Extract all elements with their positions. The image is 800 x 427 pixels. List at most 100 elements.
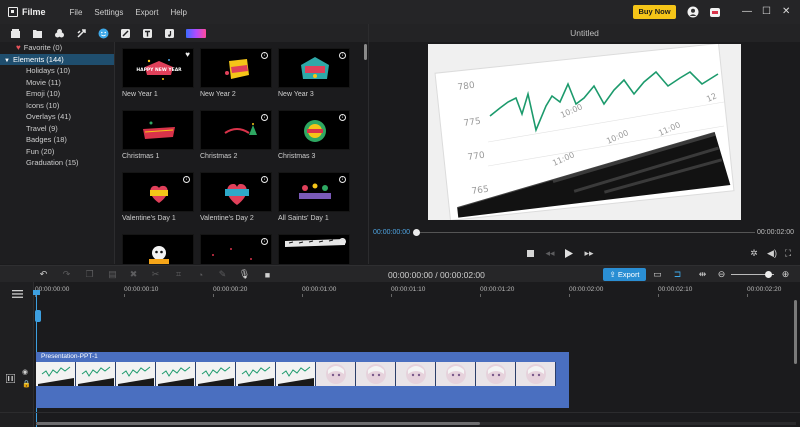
favorite-heart-icon[interactable]: ♥ (185, 50, 190, 59)
minimize-button[interactable]: — (742, 6, 752, 18)
track-visibility-eye-icon[interactable]: ◉ (22, 368, 28, 376)
maximize-button[interactable]: ☐ (762, 6, 771, 18)
filters-icon[interactable] (120, 28, 131, 39)
element-thumbnail[interactable]: ↓ (278, 234, 350, 264)
scrollbar-thumb[interactable] (364, 44, 367, 60)
tree-item-icons[interactable]: Icons (10) (0, 100, 114, 112)
element-item[interactable]: ↓ All Saints' Day 1 (278, 172, 350, 222)
track-lock-icon[interactable]: 🔒 (22, 380, 31, 388)
video-clip[interactable]: Presentation-PPT-1 (36, 352, 569, 408)
download-icon[interactable]: ↓ (183, 176, 190, 183)
gift-icon[interactable] (708, 5, 722, 19)
subtitle-icon[interactable]: ▭ (652, 269, 663, 280)
settings-gear-icon[interactable]: ✲ (749, 248, 759, 258)
snap-icon[interactable]: ⊐ (672, 269, 683, 280)
stop-icon[interactable] (525, 248, 535, 258)
tree-item-graduation[interactable]: Graduation (15) (0, 157, 114, 169)
next-frame-icon[interactable]: ▸▸ (584, 248, 594, 258)
tree-item-emoji[interactable]: Emoji (10) (0, 88, 114, 100)
undo-icon[interactable]: ↶ (38, 269, 49, 280)
element-item[interactable] (122, 234, 194, 264)
play-icon[interactable] (564, 248, 574, 258)
element-thumbnail[interactable]: ↓ (200, 172, 272, 212)
element-thumbnail[interactable]: ↓ (200, 48, 272, 88)
element-item[interactable]: ↓ New Year 2 (200, 48, 272, 98)
scrub-handle[interactable] (413, 229, 420, 236)
effects-icon[interactable] (54, 28, 65, 39)
element-item[interactable]: Christmas 1 (122, 110, 194, 160)
element-thumbnail[interactable] (122, 110, 194, 150)
timeline-vertical-scrollbar[interactable] (794, 300, 797, 364)
element-thumbnail[interactable]: ↓ (200, 110, 272, 150)
element-thumbnail[interactable]: ↓ (278, 110, 350, 150)
element-thumbnail[interactable]: ↓ (200, 234, 272, 264)
scrub-track[interactable] (415, 232, 755, 233)
element-item[interactable]: ↓ (278, 234, 350, 264)
tree-item-overlays[interactable]: Overlays (41) (0, 111, 114, 123)
camera-record-icon[interactable]: ■ (262, 269, 273, 280)
fit-zoom-icon[interactable]: ⇹ (697, 269, 708, 280)
menu-settings[interactable]: Settings (94, 8, 123, 17)
download-icon[interactable]: ↓ (339, 114, 346, 121)
tree-item-travel[interactable]: Travel (9) (0, 123, 114, 135)
tree-item-holidays[interactable]: Holidays (10) (0, 65, 114, 77)
download-icon[interactable]: ↓ (261, 176, 268, 183)
element-item[interactable]: ↓ Valentine's Day 2 (200, 172, 272, 222)
redo-icon[interactable]: ↷ (61, 269, 72, 280)
fullscreen-icon[interactable]: ⛶ (783, 248, 793, 258)
timeline-horizontal-scrollbar[interactable] (36, 422, 796, 425)
timeline-menu-icon[interactable] (12, 290, 23, 300)
element-item[interactable]: HAPPY NEW YEAR ♥ New Year 1 (122, 48, 194, 98)
menu-file[interactable]: File (70, 8, 83, 17)
tree-item-elements[interactable]: ▼ Elements (144) (0, 53, 114, 68)
transitions-icon[interactable] (76, 28, 87, 39)
tree-item-badges[interactable]: Badges (18) (0, 134, 114, 146)
download-icon[interactable]: ↓ (261, 114, 268, 121)
zoom-out-icon[interactable]: ⊖ (716, 269, 727, 280)
collapse-triangle-icon[interactable]: ▼ (4, 56, 10, 68)
edit-pen-icon[interactable]: ✎ (217, 269, 228, 280)
tree-item-fun[interactable]: Fun (20) (0, 146, 114, 158)
download-icon[interactable]: ↓ (261, 52, 268, 59)
download-icon[interactable]: ↓ (339, 52, 346, 59)
close-button[interactable]: ✕ (782, 6, 790, 18)
tree-item-movie[interactable]: Movie (11) (0, 77, 114, 89)
volume-icon[interactable]: ◀) (767, 248, 777, 258)
element-item[interactable]: ↓ Valentine's Day 1 (122, 172, 194, 222)
crop-icon[interactable]: ⌗ (173, 269, 184, 280)
scrollbar-thumb[interactable] (36, 422, 480, 425)
menu-export[interactable]: Export (135, 8, 158, 17)
element-item[interactable]: ↓ Christmas 2 (200, 110, 272, 160)
download-icon[interactable]: ↓ (339, 238, 346, 245)
microphone-icon[interactable]: 🎙 (239, 269, 250, 280)
elements-icon[interactable] (98, 28, 109, 39)
element-thumbnail[interactable] (122, 234, 194, 264)
color-icon[interactable] (186, 28, 206, 39)
previous-frame-icon[interactable]: ◂◂ (545, 248, 555, 258)
copy-icon[interactable]: ❐ (84, 269, 95, 280)
element-item[interactable]: ↓ New Year 3 (278, 48, 350, 98)
speed-icon[interactable]: ◔ (195, 269, 206, 280)
paste-icon[interactable]: ▤ (107, 269, 118, 280)
download-icon[interactable]: ↓ (339, 176, 346, 183)
media-icon[interactable] (10, 28, 21, 39)
tree-item-favorite[interactable]: ♥ Favorite (0) (0, 42, 114, 54)
zoom-in-icon[interactable]: ⊕ (780, 269, 791, 280)
music-icon[interactable] (164, 28, 175, 39)
download-icon[interactable]: ↓ (261, 238, 268, 245)
element-item[interactable]: ↓ (200, 234, 272, 264)
account-icon[interactable] (686, 5, 700, 19)
text-icon[interactable] (142, 28, 153, 39)
element-thumbnail[interactable]: HAPPY NEW YEAR ♥ (122, 48, 194, 88)
timeline-marker[interactable] (35, 310, 41, 322)
element-item[interactable]: ↓ Christmas 3 (278, 110, 350, 160)
buy-now-button[interactable]: Buy Now (633, 5, 676, 19)
menu-help[interactable]: Help (170, 8, 186, 17)
folder-icon[interactable] (32, 28, 43, 39)
element-thumbnail[interactable]: ↓ (278, 172, 350, 212)
element-thumbnail[interactable]: ↓ (122, 172, 194, 212)
export-button[interactable]: ⇪ Export (603, 268, 646, 281)
zoom-slider-handle[interactable] (765, 271, 772, 278)
element-thumbnail[interactable]: ↓ (278, 48, 350, 88)
timeline-ruler[interactable]: 00:00:00:00 00:00:00:10 00:00:00:20 00:0… (35, 282, 800, 298)
